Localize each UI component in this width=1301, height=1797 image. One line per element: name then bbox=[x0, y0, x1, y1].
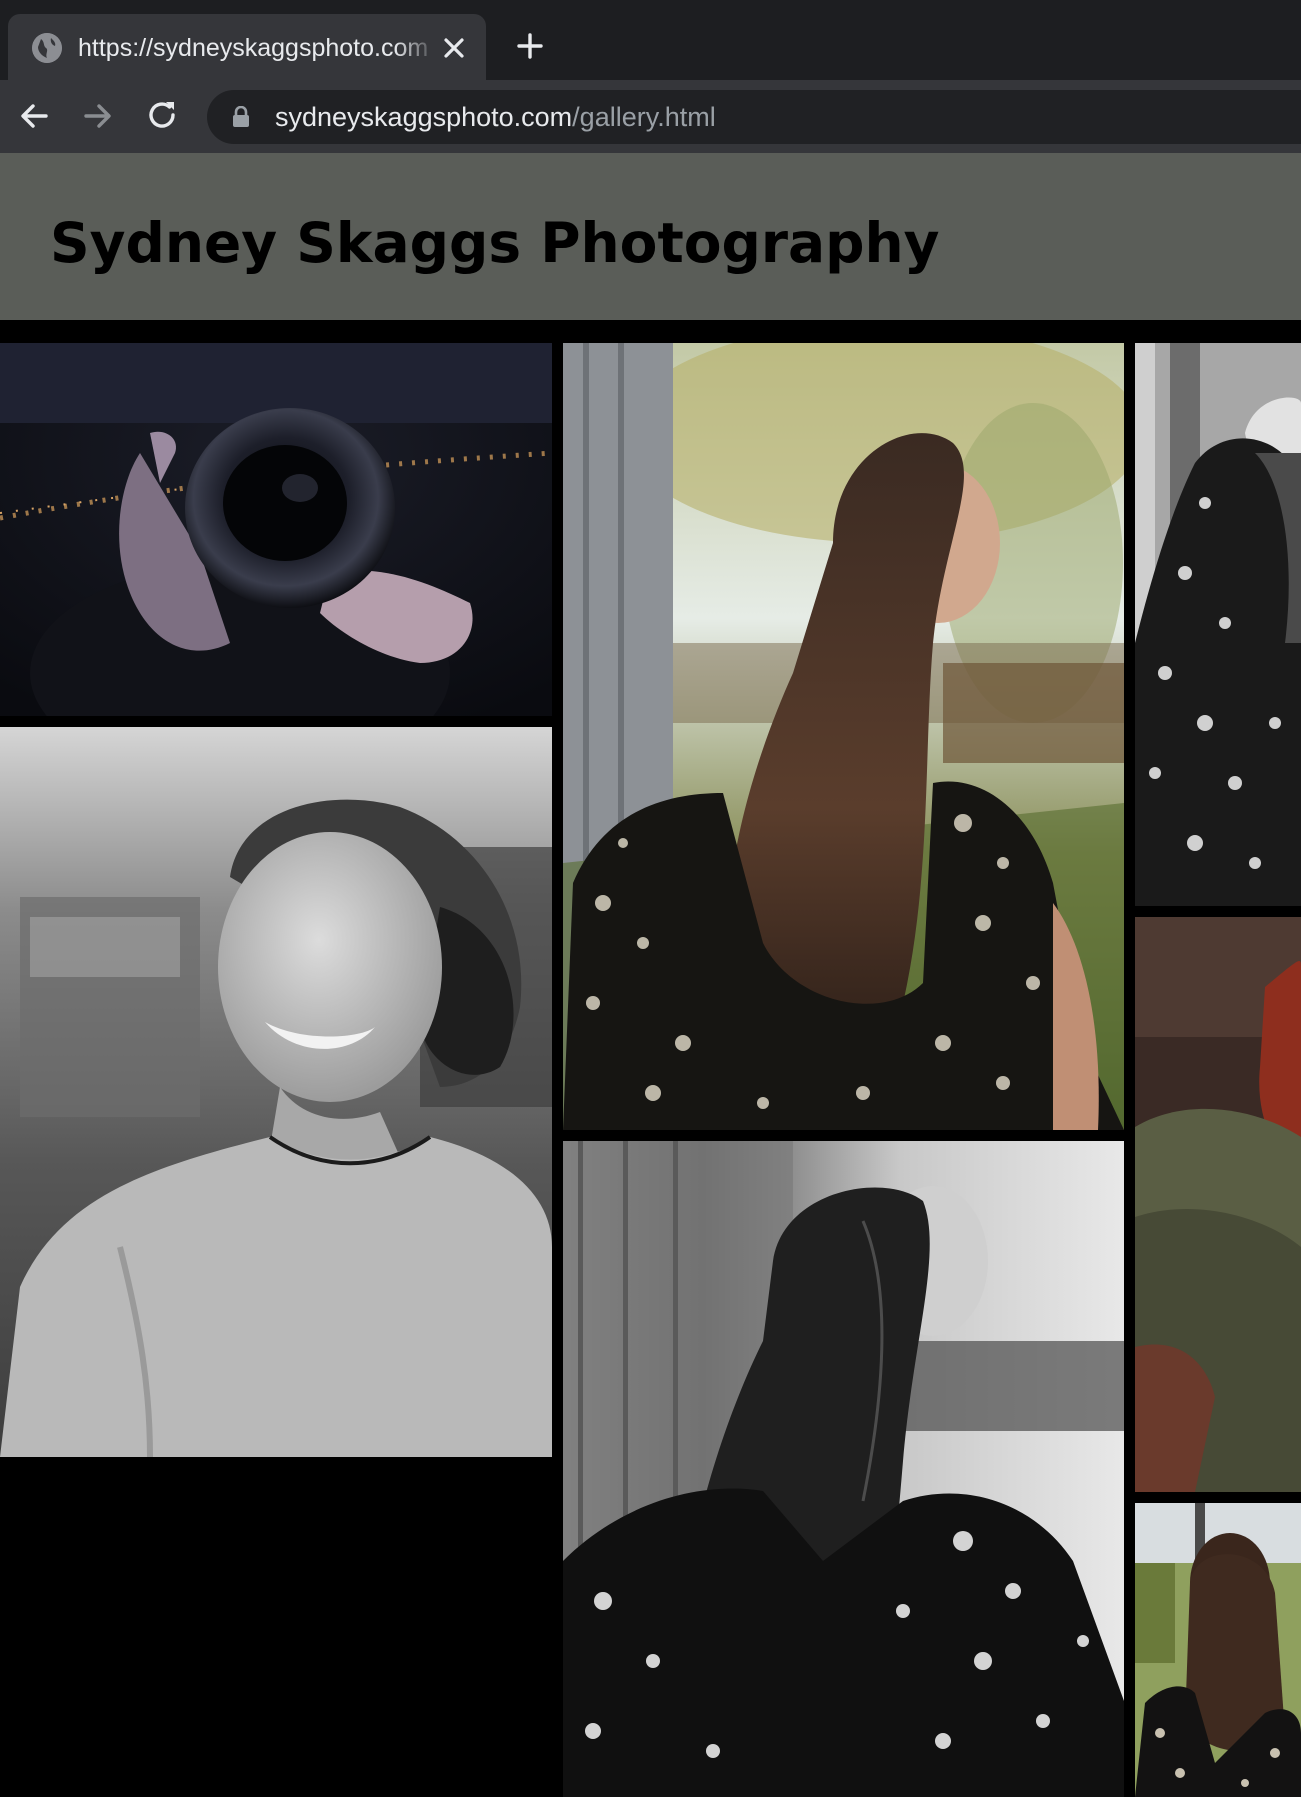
tab-strip: https://sydneyskaggsphoto.com bbox=[0, 0, 1301, 80]
photo-green-sweater[interactable] bbox=[1135, 917, 1301, 1492]
site-header: Sydney Skaggs Photography bbox=[0, 153, 1301, 330]
photo-floral-dress-arm-raised[interactable] bbox=[1135, 343, 1301, 906]
photo-long-hair-floral-dress[interactable] bbox=[563, 343, 1124, 1130]
arrow-right-icon[interactable] bbox=[80, 98, 116, 134]
reload-icon[interactable] bbox=[145, 98, 181, 134]
globe-icon bbox=[32, 33, 62, 63]
photo-long-hair-back[interactable] bbox=[1135, 1503, 1301, 1797]
close-icon[interactable] bbox=[440, 34, 468, 62]
url-host: sydneyskaggsphoto.com bbox=[275, 102, 573, 132]
site-title: Sydney Skaggs Photography bbox=[50, 211, 940, 275]
page-content: Sydney Skaggs Photography bbox=[0, 153, 1301, 1797]
photo-bw-long-hair[interactable] bbox=[563, 1141, 1124, 1797]
arrow-left-icon[interactable] bbox=[16, 98, 52, 134]
photo-bw-smiling-woman[interactable] bbox=[0, 727, 552, 1457]
url-path: /gallery.html bbox=[572, 102, 716, 132]
url-text[interactable]: sydneyskaggsphoto.com/gallery.html bbox=[275, 100, 716, 134]
photo-camera-lens[interactable] bbox=[0, 343, 552, 716]
tab-title: https://sydneyskaggsphoto.com bbox=[78, 34, 429, 62]
browser-chrome: https://sydneyskaggsphoto.com sydneyskag… bbox=[0, 0, 1301, 153]
browser-tab[interactable]: https://sydneyskaggsphoto.com bbox=[8, 14, 486, 80]
address-bar[interactable]: sydneyskaggsphoto.com/gallery.html bbox=[207, 90, 1301, 144]
plus-icon[interactable] bbox=[514, 30, 546, 62]
lock-icon[interactable] bbox=[231, 105, 251, 128]
browser-toolbar: sydneyskaggsphoto.com/gallery.html bbox=[0, 80, 1301, 153]
